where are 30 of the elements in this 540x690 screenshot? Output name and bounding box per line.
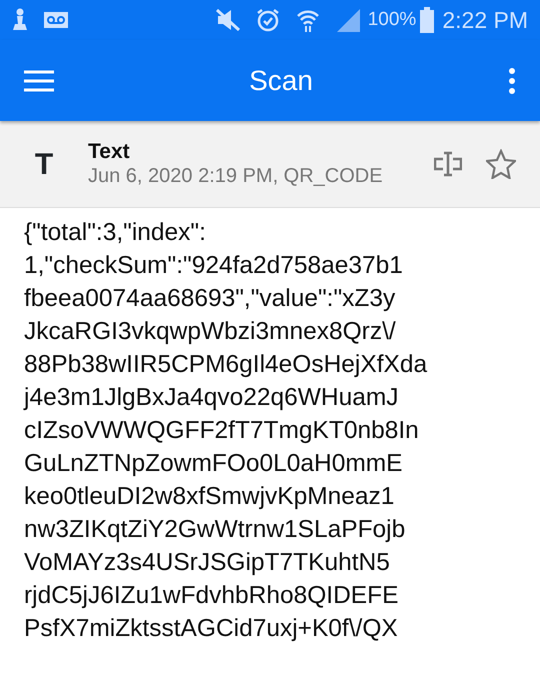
text-line: 88Pb38wIIR5CPM6gIl4eOsHejXfXda — [24, 350, 428, 380]
type-letter: T — [34, 146, 54, 182]
text-line: rjdC5jJ6IZu1wFdvhbRho8QIDEFE — [24, 581, 400, 611]
mute-icon — [216, 9, 240, 31]
voicemail-icon — [44, 12, 68, 28]
star-button[interactable] — [486, 149, 516, 179]
screen-title: Scan — [249, 64, 313, 96]
text-line: j4e3m1JlgBxJa4qvo22q6WHuamJ — [24, 383, 400, 413]
battery-percent: 100% — [368, 8, 416, 32]
text-line: nw3ZIKqtZiY2GwWtrnw1SLaPFojb — [24, 515, 406, 545]
text-line: {"total":3,"index": — [24, 218, 207, 248]
menu-button[interactable] — [24, 70, 54, 92]
text-line: keo0tleuDI2w8xfSmwjvKpMneaz1 — [24, 482, 396, 512]
clock-time: 2:22 PM — [442, 6, 528, 35]
text-line: VoMAYz3s4USrJSGipT7TKuhtN5 — [24, 548, 391, 578]
text-line: PsfX7miZktsstAGCid7uxj+K0f\/QX — [24, 614, 399, 644]
scan-details: Jun 6, 2020 2:19 PM, QR_CODE — [88, 164, 384, 188]
signal-icon — [336, 8, 360, 32]
chess-pawn-icon — [12, 8, 28, 32]
alarm-icon — [256, 8, 280, 32]
text-line: JkcaRGI3vkqwpWbzi3mnex8Qrz\/ — [24, 317, 397, 347]
text-line: 1,"checkSum":"924fa2d758ae37b1 — [24, 251, 404, 281]
text-cursor-button[interactable] — [434, 151, 462, 177]
wifi-icon — [296, 8, 320, 32]
scan-type-title: Text — [88, 140, 131, 164]
battery-icon — [420, 7, 434, 33]
more-options-button[interactable] — [508, 68, 516, 94]
text-line: GuLnZTNpZowmFOo0L0aH0mmE — [24, 449, 404, 479]
text-line: cIZsoVWWQGFF2fT7TmgKT0nb8In — [24, 416, 420, 446]
text-line: fbeea0074aa68693","value":"xZ3y — [24, 284, 396, 314]
